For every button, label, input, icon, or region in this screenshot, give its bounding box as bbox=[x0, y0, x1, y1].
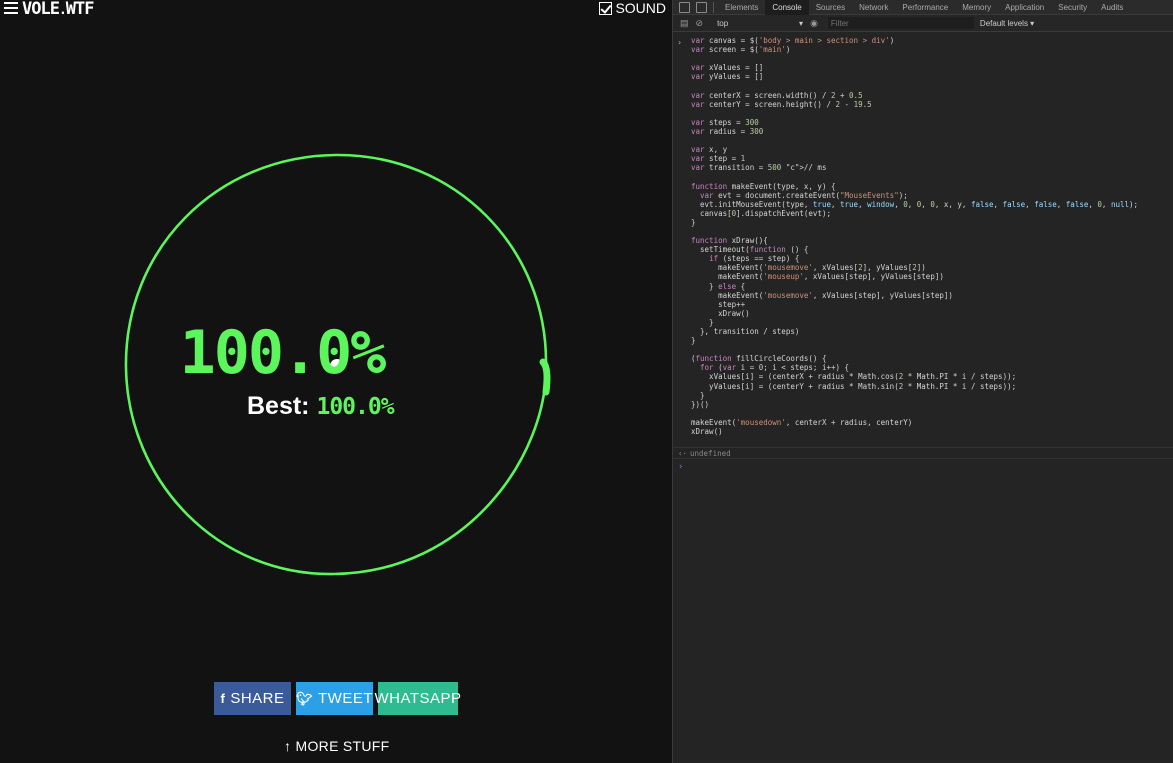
console-code-line: if (steps == step) { bbox=[709, 254, 800, 264]
tab-performance[interactable]: Performance bbox=[895, 0, 955, 15]
console-code-line: xDraw() bbox=[691, 427, 723, 437]
console-code-line: for (var i = 0; i < steps; i++) { bbox=[700, 363, 850, 373]
score-display: 100.0% bbox=[0, 318, 672, 388]
console-code-line: } else { bbox=[691, 281, 746, 291]
input-prompt-marker: › bbox=[678, 38, 682, 47]
return-arrow-icon: ‹· bbox=[678, 449, 688, 458]
console-code-line bbox=[673, 136, 1173, 145]
console-code-line: xDraw() bbox=[691, 308, 750, 318]
tweet-label: TWEET bbox=[318, 690, 374, 707]
inspect-element-icon[interactable] bbox=[679, 1, 690, 13]
arrow-up-icon: ↑ bbox=[284, 738, 292, 754]
console-code-line: var x, y bbox=[691, 145, 728, 155]
console-code-line: step++ bbox=[691, 299, 746, 309]
console-result: ‹· undefined bbox=[672, 447, 1173, 459]
tab-security[interactable]: Security bbox=[1051, 0, 1094, 15]
console-input-prompt[interactable]: › bbox=[678, 462, 683, 472]
best-value: 100.0% bbox=[316, 394, 394, 420]
tab-application[interactable]: Application bbox=[998, 0, 1051, 15]
console-code-line: setTimeout(function () { bbox=[691, 245, 809, 255]
console-code-line: canvas[0].dispatchEvent(evt); bbox=[691, 208, 831, 218]
tab-memory[interactable]: Memory bbox=[955, 0, 998, 15]
console-code-line bbox=[673, 81, 1173, 90]
console-code-line: var centerX = screen.width() / 2 + 0.5 bbox=[691, 90, 863, 100]
console-code-line: var yValues = [] bbox=[691, 72, 764, 82]
console-code-line: } bbox=[691, 390, 705, 400]
best-score: Best: 100.0% bbox=[247, 392, 395, 421]
console-code-line: var xValues = [] bbox=[691, 63, 764, 73]
devtools-tabs: Elements Console Sources Network Performance… bbox=[718, 0, 1130, 15]
eye-icon[interactable]: ◉ bbox=[810, 18, 818, 29]
console-code-line: var screen = $('main') bbox=[691, 45, 791, 55]
console-code-line: makeEvent('mousemove', xValues[2], yValu… bbox=[691, 263, 926, 273]
score-value: 100.0% bbox=[179, 318, 387, 388]
console-code-line: } bbox=[691, 317, 714, 327]
tab-console[interactable]: Console bbox=[765, 0, 809, 15]
console-code-line bbox=[673, 109, 1173, 118]
result-value: undefined bbox=[690, 449, 731, 458]
facebook-share-label: SHARE bbox=[230, 690, 285, 707]
tab-audits[interactable]: Audits bbox=[1094, 0, 1130, 15]
console-code-line: yValues[i] = (centerY + radius * Math.si… bbox=[691, 381, 1017, 391]
best-label: Best: bbox=[247, 392, 310, 420]
console-code-line bbox=[673, 172, 1173, 181]
console-code-line: makeEvent('mousedown', centerX + radius,… bbox=[691, 417, 913, 427]
console-code-line: var evt = document.createEvent("MouseEve… bbox=[700, 190, 908, 200]
whatsapp-button[interactable]: WHATSAPP bbox=[374, 682, 461, 715]
console-code-line bbox=[673, 227, 1173, 236]
facebook-icon: f bbox=[220, 691, 226, 706]
more-stuff-label: MORE STUFF bbox=[295, 738, 390, 754]
console-code-line: xValues[i] = (centerX + radius * Math.co… bbox=[691, 372, 1017, 382]
facebook-share-button[interactable]: f SHARE bbox=[214, 682, 291, 715]
console-code-line: } bbox=[691, 336, 696, 346]
console-code-line: var transition = 500 "c">// ms bbox=[691, 163, 827, 173]
console-code-line: var radius = 300 bbox=[691, 126, 764, 136]
tab-elements[interactable]: Elements bbox=[718, 0, 765, 15]
device-toggle-icon[interactable] bbox=[696, 1, 707, 13]
console-code-line: var steps = 300 bbox=[691, 117, 759, 127]
context-value: top bbox=[717, 18, 729, 28]
console-code-line bbox=[673, 345, 1173, 354]
dropdown-arrow-icon: ▾ bbox=[799, 18, 804, 28]
console-code-line: var centerY = screen.height() / 2 - 19.5 bbox=[691, 99, 872, 109]
tab-sources[interactable]: Sources bbox=[809, 0, 852, 15]
console-code-line: makeEvent('mousemove', xValues[step], yV… bbox=[691, 290, 953, 300]
twitter-bird-icon: 🐦︎ bbox=[296, 690, 314, 706]
tweet-button[interactable]: 🐦︎ TWEET bbox=[296, 682, 373, 715]
console-toolbar: ▤ ⊘ top ▾ ◉ Default levels ▾ bbox=[673, 15, 1173, 32]
console-code-line: var step = 1 bbox=[691, 154, 746, 164]
whatsapp-label: WHATSAPP bbox=[374, 690, 462, 707]
console-code-line: }, transition / steps) bbox=[691, 327, 800, 336]
context-selector[interactable]: top ▾ bbox=[717, 19, 803, 28]
console-code-line: })() bbox=[691, 399, 710, 409]
tab-network[interactable]: Network bbox=[852, 0, 895, 15]
console-code-line: (function fillCircleCoords() { bbox=[691, 354, 827, 364]
console-code-line bbox=[673, 54, 1173, 63]
console-code-line: makeEvent('mouseup', xValues[step], yVal… bbox=[691, 272, 944, 282]
console-code-line: function xDraw(){ bbox=[691, 236, 768, 246]
game-page: VOLE.WTF SOUND 100.0% Best: 100.0% f SHA… bbox=[0, 0, 672, 763]
clear-console-icon[interactable]: ⊘ bbox=[696, 18, 704, 29]
log-levels-dropdown[interactable]: Default levels ▾ bbox=[980, 19, 1034, 28]
console-code-line: var canvas = $('body > main > section > … bbox=[691, 36, 895, 45]
more-stuff-link[interactable]: ↑ MORE STUFF bbox=[284, 738, 390, 754]
console-code-line bbox=[673, 409, 1173, 418]
filter-input[interactable] bbox=[827, 17, 974, 29]
console-output[interactable]: var canvas = $('body > main > section > … bbox=[673, 32, 1173, 436]
console-code-line: evt.initMouseEvent(type, true, true, win… bbox=[691, 199, 1139, 209]
sidebar-toggle-icon[interactable]: ▤ bbox=[680, 18, 689, 29]
console-code-line: } bbox=[691, 217, 696, 227]
devtools-panel: Elements Console Sources Network Performance… bbox=[672, 0, 1173, 763]
console-code-line: function makeEvent(type, x, y) { bbox=[691, 181, 836, 191]
devtools-tab-bar: Elements Console Sources Network Performance… bbox=[673, 0, 1173, 15]
